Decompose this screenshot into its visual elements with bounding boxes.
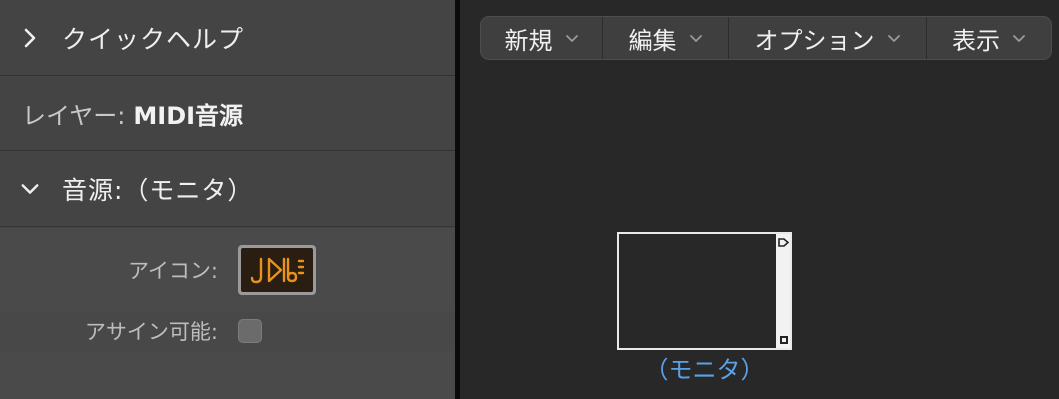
chevron-down-icon <box>689 34 703 43</box>
assignable-checkbox[interactable] <box>238 319 262 343</box>
chevron-down-icon <box>1012 34 1026 43</box>
chevron-down-icon <box>565 34 579 43</box>
output-port-icon[interactable] <box>778 238 790 247</box>
chevron-down-icon[interactable] <box>20 179 40 199</box>
input-port-icon[interactable] <box>780 336 788 344</box>
layer-row: レイヤー: MIDI音源 <box>0 77 455 151</box>
layer-label: レイヤー: <box>22 102 126 130</box>
monitor-instrument-icon <box>250 257 305 283</box>
monitor-port-strip <box>776 234 790 348</box>
monitor-object[interactable] <box>617 232 792 350</box>
menu-options[interactable]: オプション <box>729 17 927 59</box>
instrument-title: 音源:（モニタ） <box>62 176 254 205</box>
instrument-header[interactable]: 音源:（モニタ） <box>0 152 455 227</box>
menu-view[interactable]: 表示 <box>927 17 1051 59</box>
menu-options-label: オプション <box>754 26 875 55</box>
monitor-object-label[interactable]: （モニタ） <box>617 350 792 385</box>
menu-new-label: 新規 <box>504 26 553 55</box>
environment-menubar: 新規 編集 オプション 表示 <box>480 16 1052 60</box>
quick-help-header[interactable]: クイックヘルプ <box>0 0 455 76</box>
chevron-right-icon[interactable] <box>20 28 40 48</box>
icon-label: アイコン: <box>127 258 218 283</box>
inspector-empty-area <box>0 351 455 399</box>
inspector-panel: クイックヘルプ レイヤー: MIDI音源 音源:（モニタ） アイコン: アサイン… <box>0 0 455 399</box>
environment-area[interactable]: 新規 編集 オプション 表示 （モニタ） <box>460 0 1059 399</box>
menu-view-label: 表示 <box>952 26 1000 55</box>
layer-value: MIDI音源 <box>133 102 244 130</box>
assignable-label: アサイン可能: <box>84 320 218 344</box>
assignable-row: アサイン可能: <box>0 311 455 351</box>
icon-row: アイコン: <box>0 228 455 311</box>
menu-edit-label: 編集 <box>628 26 677 55</box>
icon-picker-button[interactable] <box>238 244 316 295</box>
chevron-down-icon <box>887 34 901 43</box>
menu-edit[interactable]: 編集 <box>603 17 729 59</box>
menu-new[interactable]: 新規 <box>481 17 603 59</box>
quick-help-title: クイックヘルプ <box>62 24 245 54</box>
